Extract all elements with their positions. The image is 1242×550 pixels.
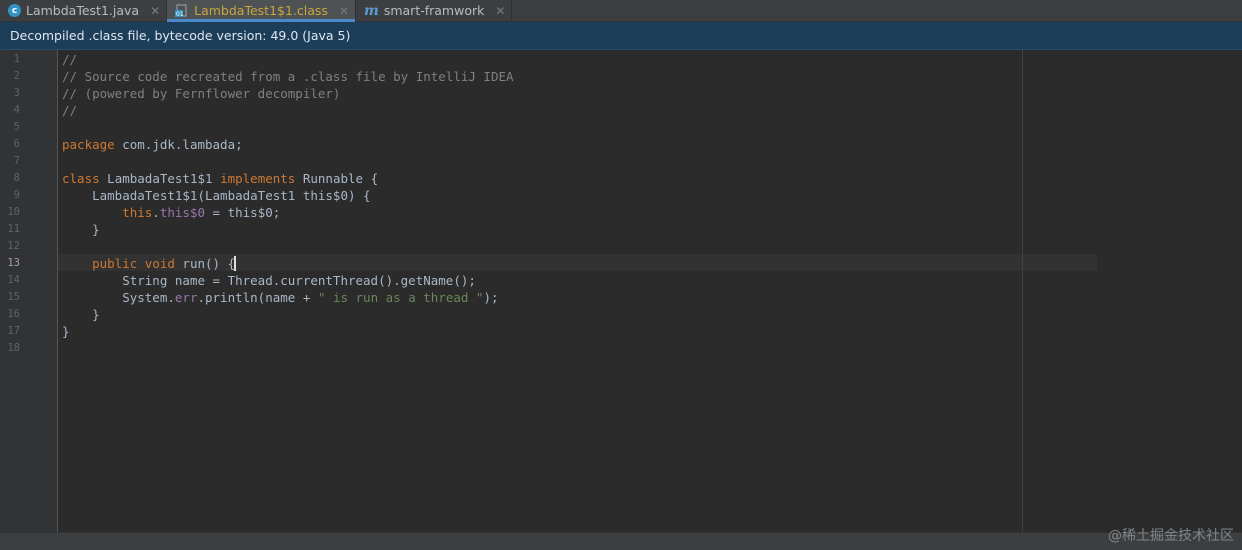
svg-text:01: 01 [176,11,184,18]
code-text: System. [62,290,175,305]
code-text: . [152,205,160,220]
keyword: void [144,256,175,271]
line-number: 8 [13,172,20,184]
field-ref: err [174,290,198,305]
line-number-current: 13 [7,257,20,269]
java-class-icon: c [8,4,21,17]
close-tab-icon[interactable]: ✕ [150,4,160,18]
line-number: 5 [13,121,20,133]
keyword: package [62,137,115,152]
line-number: 14 [7,274,20,286]
code-line: class LambadaTest1$1 implements Runnable… [62,170,378,187]
tab-label: LambdaTest1.java [26,3,140,18]
banner-text: Decompiled .class file, bytecode version… [10,28,351,43]
code-line: System.err.println(name + " is run as a … [62,289,499,306]
maven-module-icon: m [364,2,379,19]
code-line: // Source code recreated from a .class f… [62,69,514,84]
line-number: 12 [7,240,20,252]
code-line: } [62,307,100,322]
keyword: public [92,256,138,271]
line-number: 16 [7,308,20,320]
tab-lambdatest1-class[interactable]: 01 LambdaTest1$1.class ✕ [167,0,356,22]
editor-tab-bar: c LambdaTest1.java ✕ 01 LambdaTest1$1.cl… [0,0,1242,22]
code-line: } [62,324,70,339]
line-number: 10 [7,206,20,218]
code-editor[interactable]: // // Source code recreated from a .clas… [58,50,1242,532]
code-text: Runnable { [295,171,379,186]
tab-label: smart-framwork [383,3,485,18]
line-number: 17 [7,325,20,337]
tab-smart-framwork[interactable]: m smart-framwork ✕ [356,0,513,21]
right-margin-guide [1022,50,1023,532]
line-number: 15 [7,291,20,303]
tab-label: LambdaTest1$1.class [194,3,328,18]
code-line-current: public void run() { [62,255,237,272]
line-number: 18 [7,342,20,354]
line-number: 7 [13,155,20,167]
line-number: 4 [13,104,20,116]
line-number: 3 [13,87,20,99]
keyword: implements [220,171,296,186]
code-text: com.jdk.lambada; [114,137,243,152]
code-line: String name = Thread.currentThread().get… [62,273,476,288]
keyword: this [122,205,153,220]
keyword: class [62,171,100,186]
tab-lambdatest1-java[interactable]: c LambdaTest1.java ✕ [0,0,168,21]
code-line: package com.jdk.lambada; [62,136,243,153]
code-line: this.this$0 = this$0; [62,204,280,221]
line-number: 11 [7,223,20,235]
close-tab-icon[interactable]: ✕ [339,4,349,18]
code-text: LambadaTest1$1 [99,171,221,186]
line-number: 6 [13,138,20,150]
code-text: .println(name + [197,290,318,305]
field-ref: this$0 [159,205,206,220]
decompiled-notice-banner: Decompiled .class file, bytecode version… [0,22,1242,50]
string-literal: " is run as a thread " [317,290,484,305]
code-line: // [62,103,78,118]
line-number: 2 [13,70,20,82]
close-tab-icon[interactable]: ✕ [495,4,505,18]
code-line: // (powered by Fernflower decompiler) [62,86,341,101]
code-text: run() { [174,256,236,271]
code-text: = this$0; [205,205,281,220]
line-number-gutter[interactable]: 1 2 3 4 5 6 7 8 9 10 11 12 13 14 15 16 1… [0,50,58,532]
line-number: 9 [13,189,20,201]
status-bar [0,532,1242,550]
code-text: ); [483,290,499,305]
text-caret [234,256,237,271]
line-number: 1 [13,53,20,65]
code-line: // [62,52,78,67]
watermark: @稀土掘金技术社区 [1108,528,1234,544]
code-line: LambadaTest1$1(LambadaTest1 this$0) { [62,188,371,203]
compiled-class-icon: 01 [175,4,189,18]
code-line: } [62,222,100,237]
